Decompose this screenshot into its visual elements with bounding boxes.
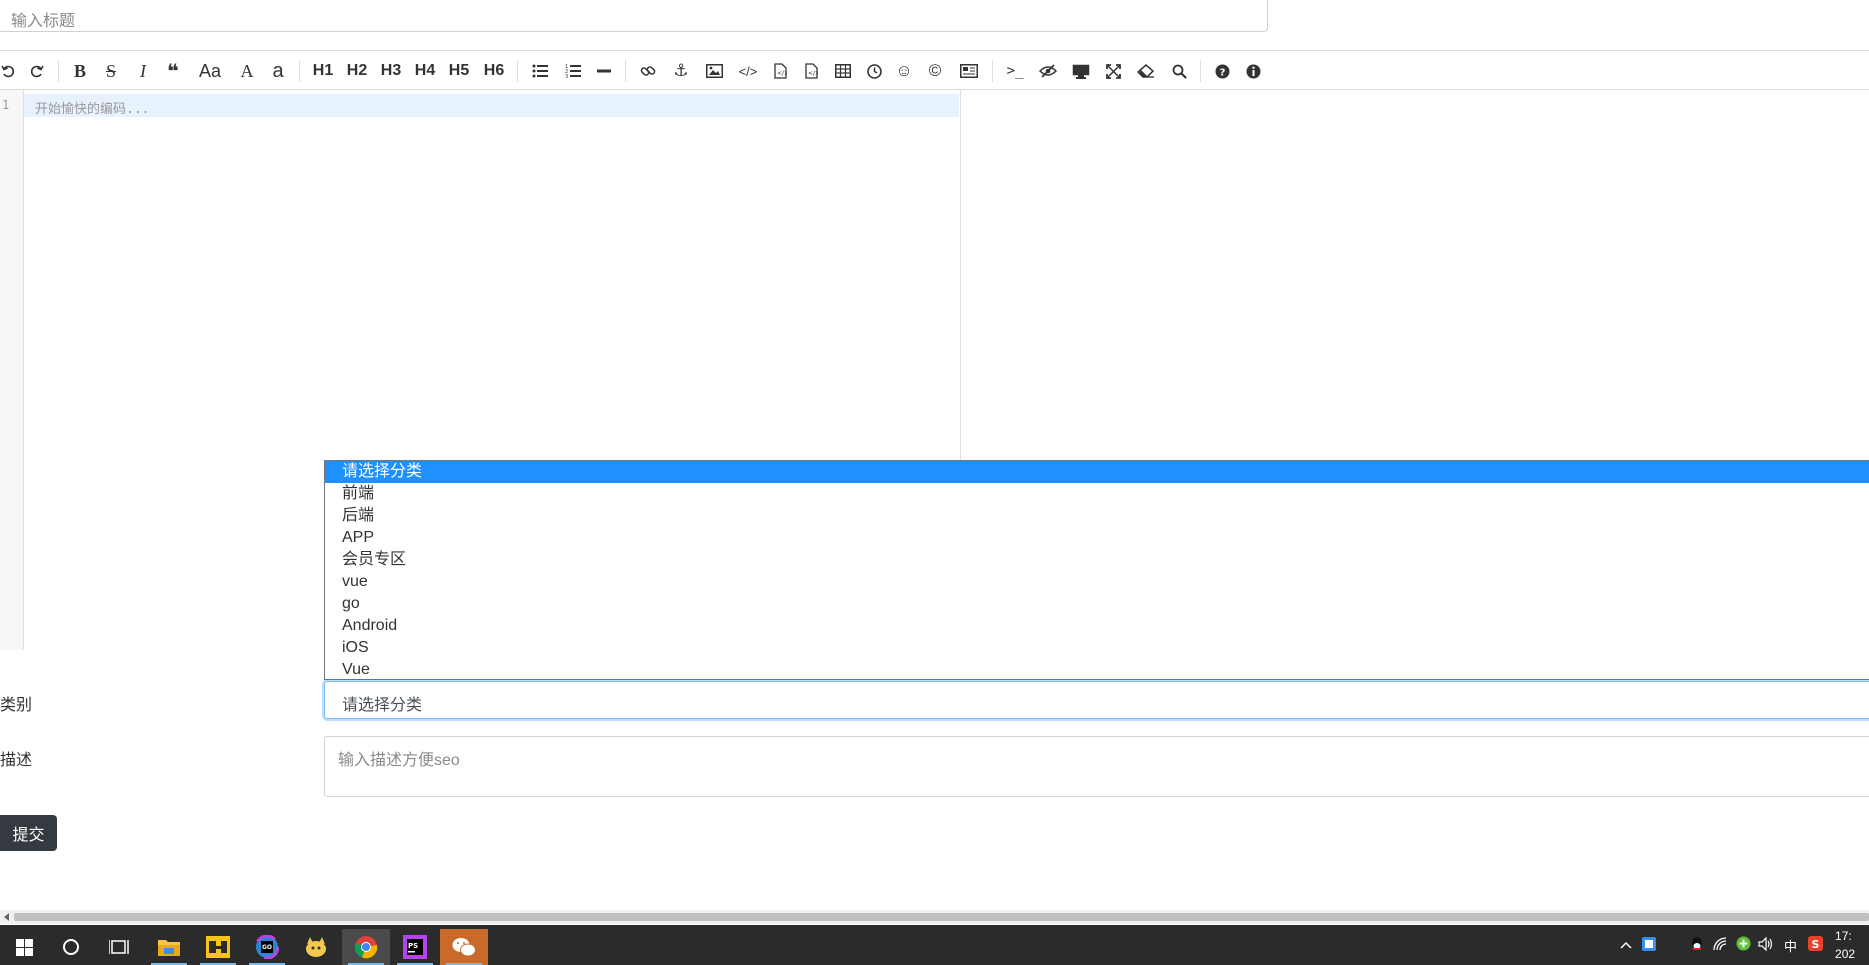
windows-taskbar: GO PS 中 S 17: 202 [0, 925, 1869, 965]
tray-app-blue-icon[interactable] [1642, 936, 1656, 954]
category-option[interactable]: vue [325, 571, 1869, 593]
description-label: 描述 [0, 752, 33, 769]
table-icon[interactable] [834, 60, 852, 82]
scrollbar-thumb[interactable] [14, 913, 1869, 921]
svg-text:3: 3 [565, 74, 568, 78]
svg-text:</>: </> [808, 70, 818, 77]
italic-icon[interactable]: I [135, 60, 151, 82]
category-option[interactable]: 请选择分类 [325, 461, 1869, 483]
tray-plus-icon[interactable] [1736, 936, 1751, 954]
clear-icon[interactable] [1136, 60, 1156, 82]
svg-text:GO: GO [262, 944, 272, 951]
anchor-icon[interactable]: ⚓ [672, 60, 690, 82]
goland-icon[interactable]: GO [243, 929, 291, 965]
task-view-icon[interactable] [95, 929, 143, 965]
h4-button[interactable]: H4 [413, 60, 437, 82]
qq-icon[interactable] [1690, 936, 1704, 955]
svg-text:</>: </> [777, 70, 787, 77]
category-option[interactable]: iOS [325, 637, 1869, 659]
network-icon[interactable] [1713, 936, 1729, 954]
editor-toolbar: B S I ❝ Aa A a H1 H2 H3 H4 H5 H6 123 ⚓ <… [0, 50, 1869, 90]
uppercase-first-icon[interactable]: A [238, 60, 256, 82]
h5-button[interactable]: H5 [447, 60, 471, 82]
svg-text:S: S [1812, 938, 1820, 951]
lowercase-icon[interactable]: a [271, 60, 285, 82]
category-option[interactable]: 会员专区 [325, 549, 1869, 571]
category-option[interactable]: Android [325, 615, 1869, 637]
category-selected-value: 请选择分类 [342, 697, 423, 714]
pagebreak-icon[interactable] [959, 60, 979, 82]
strikethrough-icon[interactable]: S [103, 60, 119, 82]
image-icon[interactable] [705, 60, 723, 82]
category-option[interactable]: 后端 [325, 505, 1869, 527]
app-icon-cat[interactable] [292, 929, 340, 965]
description-placeholder: 输入描述方便seo [338, 752, 460, 769]
emoji-icon[interactable]: ☺ [895, 60, 912, 82]
preview-icon[interactable] [1071, 60, 1091, 82]
sogou-ime-icon[interactable]: S [1808, 936, 1824, 954]
goto-line-icon[interactable]: >_ [1005, 60, 1025, 82]
fullscreen-icon[interactable] [1104, 60, 1122, 82]
category-option[interactable]: go [325, 593, 1869, 615]
datetime-icon[interactable] [866, 60, 882, 82]
category-option[interactable]: 前端 [325, 483, 1869, 505]
unordered-list-icon[interactable] [531, 60, 549, 82]
bold-icon[interactable]: B [72, 60, 88, 82]
system-tray: 中 S 17: 202 [1620, 925, 1855, 965]
preformatted-text-icon[interactable]: </> [772, 60, 788, 82]
horizontal-rule-icon[interactable] [596, 60, 612, 82]
category-label: 类别 [0, 697, 33, 714]
title-input[interactable]: 输入标题 [0, 0, 1268, 32]
help-icon[interactable]: ? [1214, 60, 1230, 82]
category-option[interactable]: APP [325, 527, 1869, 549]
category-dropdown-list: 请选择分类 前端 后端 APP 会员专区 vue go Android iOS … [324, 460, 1869, 680]
wechat-icon[interactable] [440, 929, 488, 965]
ordered-list-icon[interactable]: 123 [564, 60, 582, 82]
line-number: 1 [2, 98, 10, 112]
code-icon[interactable]: </> [738, 60, 758, 82]
watch-toggle-icon[interactable] [1038, 60, 1058, 82]
info-icon[interactable] [1245, 60, 1261, 82]
app-icon-yellow[interactable] [194, 929, 242, 965]
h1-button[interactable]: H1 [311, 60, 335, 82]
category-select[interactable]: 请选择分类 [324, 681, 1869, 719]
clock-time: 17: [1835, 929, 1852, 943]
editor-placeholder: 开始愉快的编码... [35, 102, 150, 117]
link-icon[interactable] [639, 60, 657, 82]
windows-start-icon[interactable] [0, 929, 48, 965]
uppercase-icon[interactable]: Aa [197, 60, 223, 82]
submit-button[interactable]: 提交 [0, 815, 57, 851]
svg-text:?: ? [1219, 67, 1225, 78]
file-explorer-icon[interactable] [145, 929, 193, 965]
svg-text:PS: PS [408, 942, 418, 950]
search-icon[interactable] [1170, 60, 1188, 82]
active-line [24, 94, 959, 117]
scroll-left-arrow-icon[interactable] [4, 913, 9, 921]
clock[interactable]: 17: 202 [1835, 927, 1855, 963]
h6-button[interactable]: H6 [482, 60, 506, 82]
cortana-search-icon[interactable] [47, 929, 95, 965]
line-number-gutter: 1 [0, 90, 24, 650]
clock-date: 202 [1835, 947, 1856, 961]
h2-button[interactable]: H2 [345, 60, 369, 82]
code-block-icon[interactable]: </> [803, 60, 819, 82]
chrome-icon[interactable] [342, 929, 390, 965]
horizontal-scrollbar[interactable] [0, 910, 1869, 924]
undo-icon[interactable] [0, 60, 16, 82]
phpstorm-icon[interactable]: PS [391, 929, 439, 965]
category-option[interactable]: Vue [325, 659, 1869, 681]
description-textarea[interactable]: 输入描述方便seo [324, 736, 1869, 797]
h3-button[interactable]: H3 [379, 60, 403, 82]
volume-icon[interactable] [1758, 936, 1774, 954]
show-hidden-icons-icon[interactable] [1620, 938, 1632, 952]
redo-icon[interactable] [29, 60, 45, 82]
title-input-placeholder: 输入标题 [11, 13, 76, 30]
html-entities-icon[interactable]: © [927, 60, 943, 82]
ime-indicator[interactable]: 中 [1784, 936, 1797, 955]
quote-icon[interactable]: ❝ [164, 60, 182, 83]
